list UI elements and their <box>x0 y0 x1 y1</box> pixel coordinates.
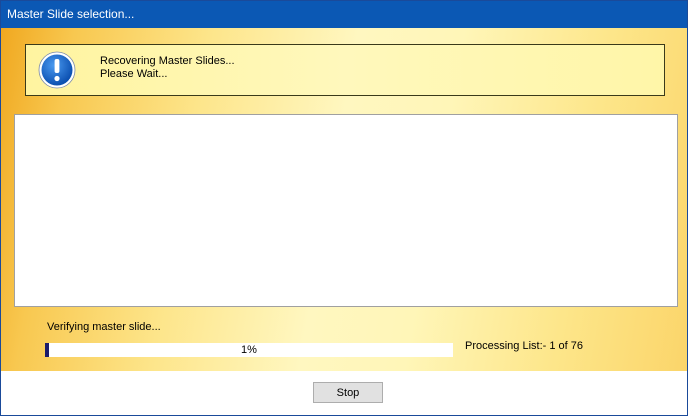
window-title: Master Slide selection... <box>7 7 135 21</box>
title-bar[interactable]: Master Slide selection... <box>1 1 687 28</box>
dialog-footer: Stop <box>1 371 687 415</box>
progress-percent-text: 1% <box>241 344 257 356</box>
info-banner: Recovering Master Slides... Please Wait.… <box>25 44 665 96</box>
dialog-window: Master Slide selection... Recovering Mas… <box>0 0 688 416</box>
master-slide-list[interactable] <box>14 114 678 307</box>
status-label: Verifying master slide... <box>47 321 161 333</box>
progress-bar: 1% <box>45 343 453 357</box>
dialog-body: Recovering Master Slides... Please Wait.… <box>1 28 687 371</box>
processing-count: Processing List:- 1 of 76 <box>465 340 584 352</box>
info-message-line2: Please Wait... <box>100 68 168 80</box>
info-message-line1: Recovering Master Slides... <box>100 55 235 67</box>
exclamation-circle-icon <box>38 51 76 89</box>
stop-button[interactable]: Stop <box>313 382 383 403</box>
